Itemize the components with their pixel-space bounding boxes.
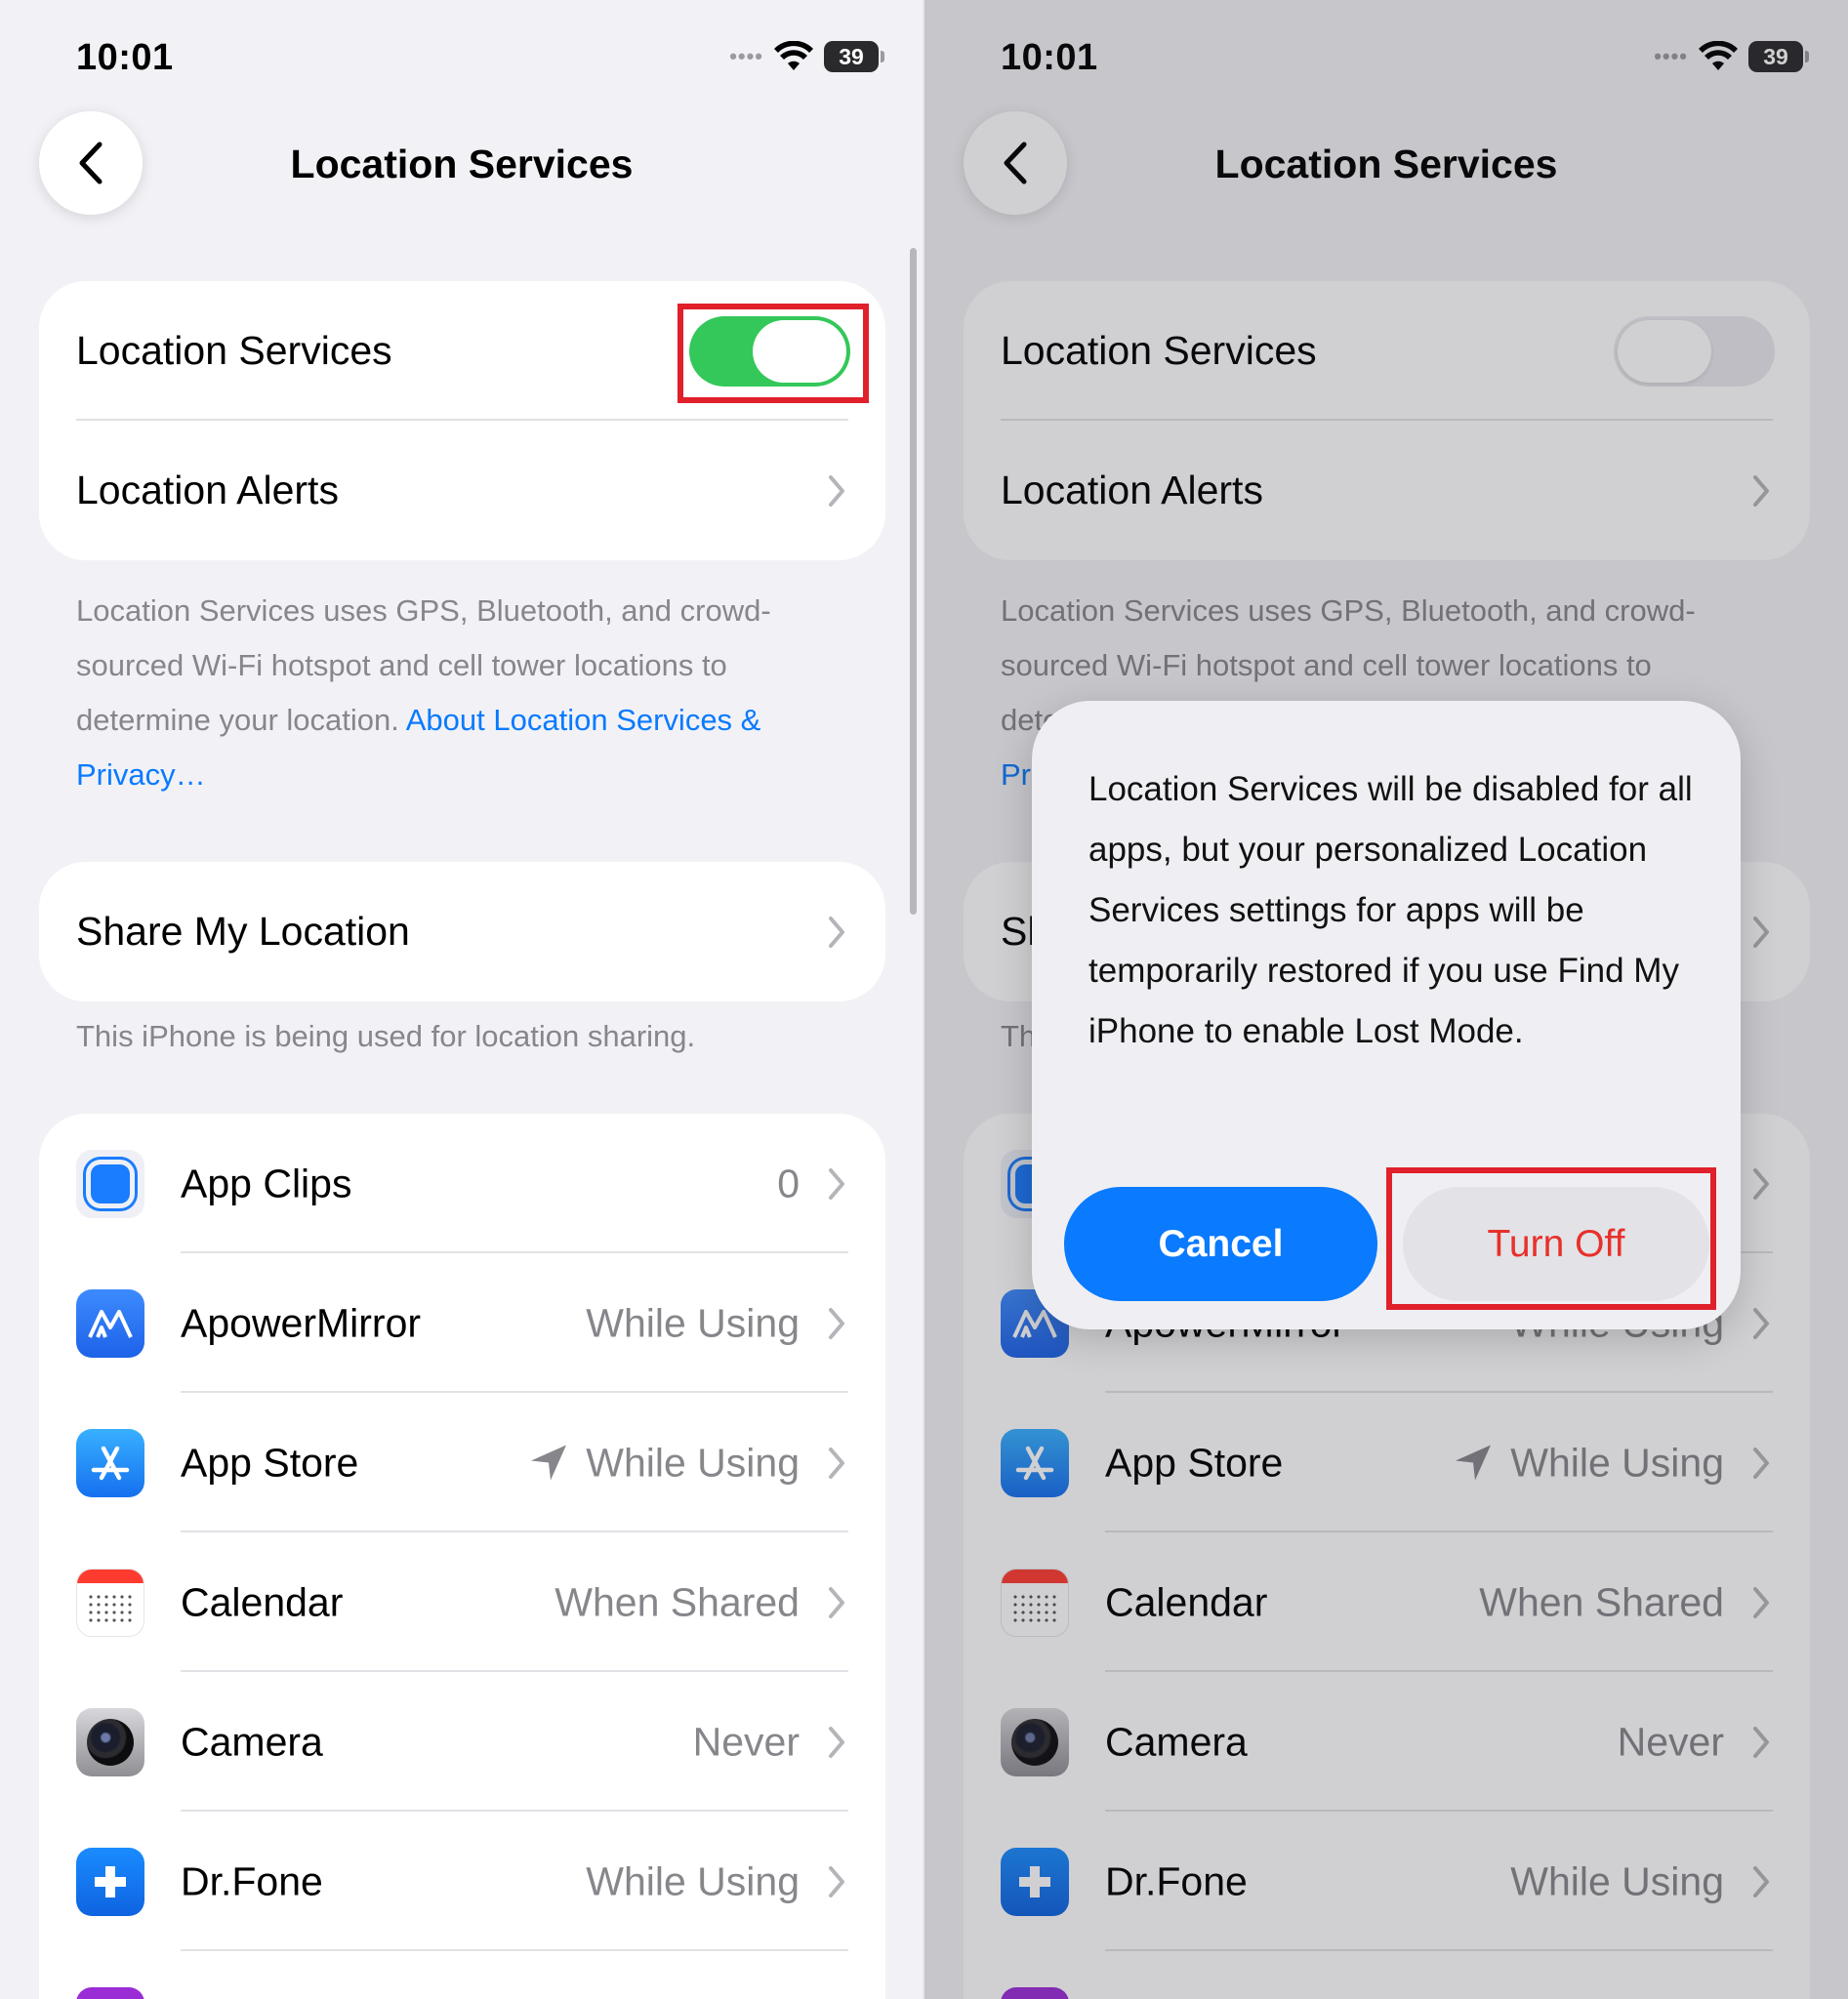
wifi-icon	[774, 41, 813, 70]
apowermirror-icon	[76, 1289, 144, 1358]
left-screen: 10:01 •••• 39 Location Services Location…	[0, 0, 924, 1999]
app-store-icon	[76, 1429, 144, 1497]
turn-off-highlight-box	[1386, 1167, 1716, 1310]
cellular-signal-icon: ••••	[729, 44, 763, 68]
app-icon	[76, 1987, 144, 1999]
app-row-apowermirror[interactable]: ApowerMirror While Using	[39, 1253, 885, 1393]
app-row-app-clips[interactable]: App Clips 0	[39, 1114, 885, 1253]
app-permission-value: While Using	[586, 1300, 800, 1345]
location-arrow-icon	[531, 1445, 567, 1481]
share-my-location-row[interactable]: Share My Location	[39, 862, 885, 1001]
cancel-button[interactable]: Cancel	[1064, 1187, 1377, 1301]
app-clips-icon	[76, 1150, 144, 1218]
apps-list-card: App Clips 0 ApowerMirror While Using App…	[39, 1114, 885, 1999]
share-location-card: Share My Location	[39, 862, 885, 1001]
share-location-note: This iPhone is being used for location s…	[76, 1019, 696, 1053]
app-permission-value: 0	[777, 1161, 800, 1205]
scroll-indicator[interactable]	[910, 248, 917, 915]
app-permission-value: While Using	[586, 1858, 800, 1903]
app-permission-value: While Using	[586, 1440, 800, 1485]
location-alerts-label: Location Alerts	[76, 468, 339, 512]
alert-message: Location Services will be disabled for a…	[1088, 770, 1693, 1050]
app-name: App Store	[181, 1440, 359, 1485]
app-row-partial[interactable]	[39, 1951, 885, 1999]
app-name: Dr.Fone	[181, 1858, 323, 1903]
app-row-calendar[interactable]: Calendar When Shared	[39, 1532, 885, 1672]
chevron-right-icon	[829, 1726, 844, 1758]
location-services-label: Location Services	[76, 328, 392, 373]
chevron-right-icon	[829, 1447, 844, 1479]
app-row-camera[interactable]: Camera Never	[39, 1672, 885, 1812]
status-icons: •••• 39	[729, 41, 884, 72]
battery-icon: 39	[824, 41, 884, 72]
calendar-icon	[76, 1569, 144, 1637]
location-services-footer: Location Services uses GPS, Bluetooth, a…	[76, 584, 847, 802]
right-screen: 10:01 •••• 39 Location Services Location…	[924, 0, 1848, 1999]
chevron-right-icon	[829, 474, 844, 507]
app-permission-value: Never	[692, 1719, 800, 1764]
toggle-highlight-box	[678, 304, 869, 403]
page-title: Location Services	[290, 142, 634, 186]
chevron-right-icon	[829, 916, 844, 948]
drfone-icon	[76, 1848, 144, 1916]
status-time: 10:01	[76, 37, 174, 78]
location-alerts-row[interactable]: Location Alerts	[39, 421, 885, 560]
app-name: Calendar	[181, 1579, 344, 1624]
app-row-app-store[interactable]: App Store While Using	[39, 1393, 885, 1532]
app-name: Camera	[181, 1719, 323, 1764]
chevron-right-icon	[829, 1307, 844, 1339]
camera-icon	[76, 1708, 144, 1776]
app-permission-value: When Shared	[554, 1579, 800, 1624]
chevron-right-icon	[829, 1586, 844, 1618]
chevron-right-icon	[829, 1865, 844, 1897]
chevron-right-icon	[829, 1167, 844, 1200]
app-name: App Clips	[181, 1161, 352, 1205]
app-name: ApowerMirror	[181, 1300, 422, 1345]
app-row-drfone[interactable]: Dr.Fone While Using	[39, 1812, 885, 1951]
share-my-location-label: Share My Location	[76, 909, 410, 954]
